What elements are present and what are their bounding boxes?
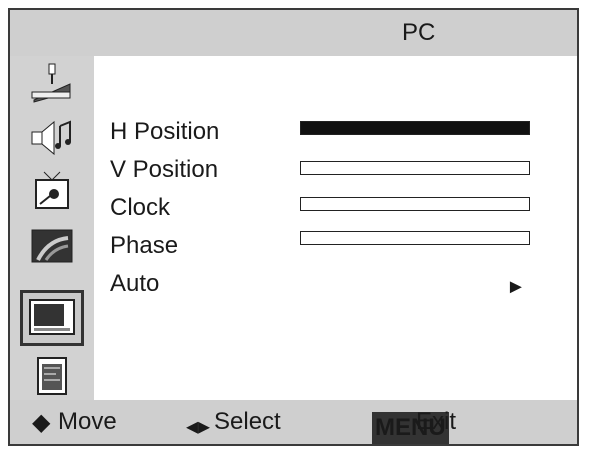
v-position-bar[interactable]	[300, 161, 530, 175]
move-label: Move	[58, 408, 117, 435]
auto-arrow-icon[interactable]: ►	[506, 276, 526, 299]
select-label: Select	[214, 408, 281, 435]
h-position-bar[interactable]	[300, 121, 530, 135]
tv-icon[interactable]	[24, 168, 80, 216]
menu-item-h-position[interactable]: H Position	[110, 118, 219, 146]
menu-item-clock[interactable]: Clock	[110, 194, 170, 222]
exit-label[interactable]: Exit	[416, 408, 456, 436]
phase-bar[interactable]	[300, 231, 530, 245]
footer-bar: ◆ Move ◂▸ Select MENU Exit	[10, 400, 577, 444]
menu-item-phase[interactable]: Phase	[110, 232, 178, 260]
menu-item-auto[interactable]: Auto	[110, 270, 159, 298]
pc-monitor-icon[interactable]	[20, 290, 84, 346]
clock-bar[interactable]	[300, 197, 530, 211]
sidebar	[10, 56, 94, 403]
menu-title: PC	[402, 19, 436, 46]
joystick-icon[interactable]	[24, 60, 80, 108]
title-bar: PC	[10, 10, 577, 56]
select-icon: ◂▸	[186, 413, 211, 440]
osd-window: PC H Position V Position Clock Phase Aut…	[8, 8, 579, 446]
document-icon[interactable]	[24, 352, 80, 400]
move-icon: ◆	[32, 409, 51, 436]
h-position-fill	[301, 122, 529, 134]
menu-item-v-position[interactable]: V Position	[110, 156, 218, 184]
picture-icon[interactable]	[24, 222, 80, 270]
speaker-icon[interactable]	[24, 114, 80, 162]
